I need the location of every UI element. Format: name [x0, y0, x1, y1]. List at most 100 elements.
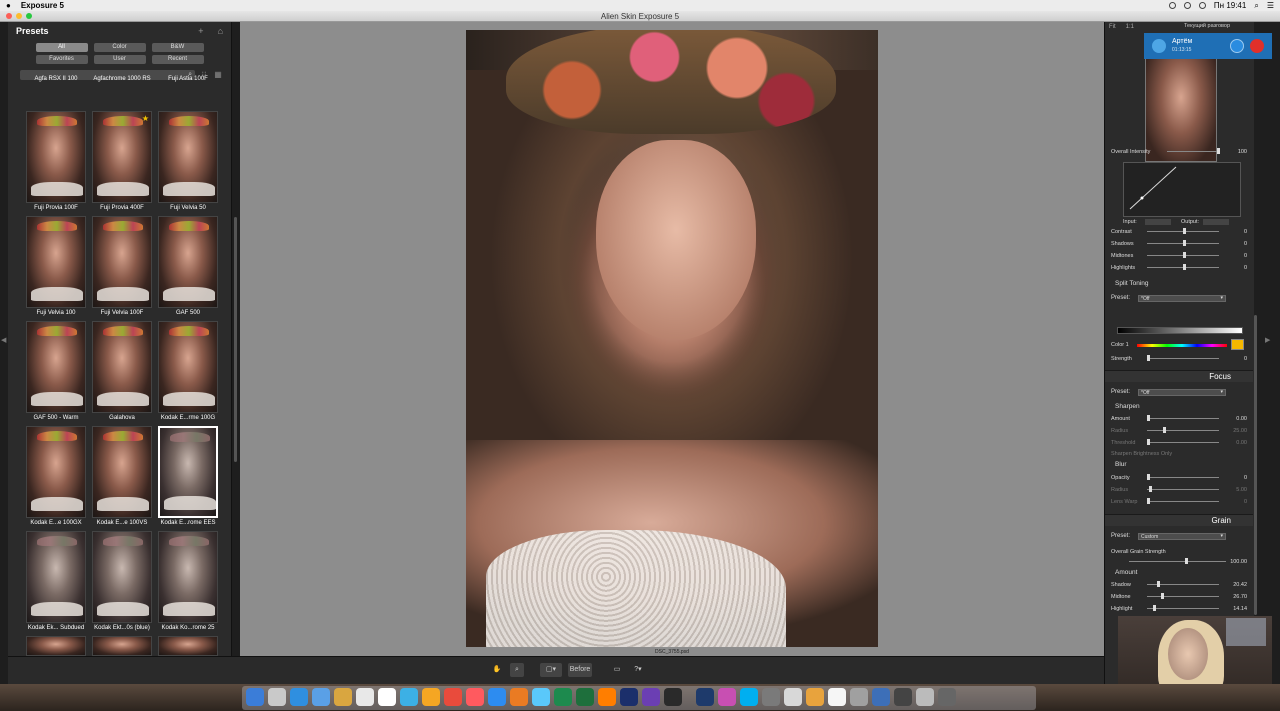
slider-row[interactable]: Shadow 20.42 — [1111, 580, 1247, 589]
dock-app-icon[interactable] — [488, 688, 506, 706]
preset-thumbnail[interactable] — [158, 321, 218, 413]
status-icon[interactable] — [1168, 2, 1176, 9]
preset-tile[interactable]: ★ Fuji Provia 400F — [92, 111, 152, 211]
dock-app-icon[interactable] — [828, 688, 846, 706]
filter-all[interactable]: All — [35, 43, 88, 52]
color1-swatch[interactable] — [1231, 339, 1244, 350]
preset-thumbnail[interactable] — [158, 216, 218, 308]
zoom-button[interactable] — [26, 13, 32, 19]
input-field[interactable] — [1145, 218, 1171, 225]
grain-section-header[interactable]: Grain — [1105, 514, 1253, 526]
slider-knob[interactable] — [1163, 427, 1166, 433]
dock-app-icon[interactable] — [718, 688, 736, 706]
overall-intensity-row[interactable]: Overall Intensity 100 — [1111, 147, 1247, 156]
slider-track[interactable] — [1147, 427, 1219, 433]
overall-grain-slider[interactable] — [1128, 558, 1226, 564]
preset-tile[interactable]: GAF 500 — [158, 216, 218, 316]
dock-app-icon[interactable] — [444, 688, 462, 706]
preset-thumbnail[interactable] — [158, 531, 218, 623]
dock-app-icon[interactable] — [422, 688, 440, 706]
preset-thumbnail[interactable] — [158, 426, 218, 518]
menu-list-icon[interactable]: ☰ — [1267, 1, 1274, 10]
dock-app-icon[interactable] — [894, 688, 912, 706]
preset-thumbnail[interactable] — [26, 426, 86, 518]
dock-app-icon[interactable] — [466, 688, 484, 706]
dock-app-icon[interactable] — [938, 688, 956, 706]
preset-tile[interactable]: Kodak Ko...rome 25 — [158, 531, 218, 631]
collapse-right-arrow-icon[interactable]: ▶ — [1265, 336, 1270, 344]
slider-track[interactable] — [1147, 474, 1219, 480]
slider-track[interactable] — [1147, 581, 1219, 587]
apple-menu-icon[interactable]: ● — [6, 1, 11, 10]
preset-thumbnail[interactable] — [26, 321, 86, 413]
focus-preset-select[interactable]: *Off — [1138, 388, 1227, 396]
search-icon[interactable]: ⌕ — [1254, 1, 1258, 11]
slider-row[interactable]: Radius 5.00 — [1111, 485, 1247, 494]
split-gradient-bar[interactable] — [1117, 327, 1243, 334]
slider-knob[interactable] — [1183, 252, 1186, 258]
slider-knob[interactable] — [1183, 264, 1186, 270]
strength-row[interactable]: Strength 0 — [1111, 354, 1247, 363]
slider-track[interactable] — [1147, 498, 1219, 504]
preset-thumbnail[interactable] — [158, 111, 218, 203]
preset-thumbnail[interactable] — [92, 321, 152, 413]
dock-app-icon[interactable] — [554, 688, 572, 706]
slider-knob[interactable] — [1161, 593, 1164, 599]
dock-app-icon[interactable] — [598, 688, 616, 706]
skype-call-widget[interactable]: Артём 01:13:15 — [1144, 33, 1272, 59]
slider-row[interactable]: Contrast 0 — [1111, 227, 1247, 236]
output-field[interactable] — [1203, 218, 1229, 225]
tone-curve[interactable] — [1123, 162, 1241, 217]
slider-row[interactable]: Threshold 0.00 — [1111, 438, 1247, 447]
preset-tile[interactable]: Kodak Ek... Subdued — [26, 531, 86, 631]
filter-recent[interactable]: Recent — [151, 55, 204, 64]
preset-tile[interactable]: Galahova — [92, 321, 152, 421]
preset-tile[interactable]: Kodak E...rme 100G — [158, 321, 218, 421]
slider-knob[interactable] — [1183, 228, 1186, 234]
dock-app-icon[interactable] — [696, 688, 714, 706]
close-button[interactable] — [6, 13, 12, 19]
focus-section-header[interactable]: Focus — [1105, 370, 1253, 382]
collapse-left-arrow-icon[interactable]: ◀ — [1, 336, 6, 344]
dock-app-icon[interactable] — [400, 688, 418, 706]
preset-tile[interactable]: Kodak E...e 100GX — [26, 426, 86, 526]
dock-app-icon[interactable] — [740, 688, 758, 706]
overall-grain-row[interactable]: 100.00 — [1111, 557, 1247, 566]
dock-app-icon[interactable] — [872, 688, 890, 706]
sharpen-brightness-checkbox[interactable]: Sharpen Brightness Only — [1111, 451, 1191, 457]
preset-thumbnail[interactable] — [92, 216, 152, 308]
help-icon[interactable]: ?▾ — [630, 663, 646, 677]
dock-app-icon[interactable] — [510, 688, 528, 706]
adjustments-scrollbar[interactable] — [1254, 315, 1257, 615]
preset-tile[interactable]: Fuji Velvia 100F — [92, 216, 152, 316]
dock-app-icon[interactable] — [268, 688, 286, 706]
preset-thumbnail[interactable] — [26, 111, 86, 203]
hand-tool-icon[interactable]: ✋ — [490, 663, 504, 677]
slider-knob[interactable] — [1149, 486, 1152, 492]
slider-track[interactable] — [1147, 240, 1219, 246]
split-toning-header[interactable]: Split Toning — [1115, 280, 1149, 287]
mute-button[interactable] — [1230, 39, 1244, 53]
zoom-fit[interactable]: Fit — [1109, 24, 1116, 30]
dock-app-icon[interactable] — [916, 688, 934, 706]
zoom-tool-icon[interactable]: ⌕ — [510, 663, 524, 677]
add-preset-button[interactable]: + — [198, 26, 203, 36]
home-icon[interactable]: ⌂ — [218, 26, 223, 36]
preset-thumbnail[interactable] — [92, 531, 152, 623]
slider-knob[interactable] — [1147, 498, 1150, 504]
slider-row[interactable]: Highlights 0 — [1111, 263, 1247, 272]
slider-knob[interactable] — [1157, 581, 1160, 587]
preset-thumbnail[interactable] — [26, 216, 86, 308]
slider-row[interactable]: Radius 25.00 — [1111, 426, 1247, 435]
preset-tile[interactable]: Kodak Ekt...0s (blue) — [92, 531, 152, 631]
slider-row[interactable]: Highlight 14.14 — [1111, 604, 1247, 613]
dock-app-icon[interactable] — [356, 688, 374, 706]
filter-user[interactable]: User — [93, 55, 146, 64]
slider-track[interactable] — [1147, 593, 1219, 599]
slider-track[interactable] — [1147, 252, 1219, 258]
dock-app-icon[interactable] — [290, 688, 308, 706]
clock[interactable]: Пн 19:41 — [1214, 1, 1246, 10]
slider-knob[interactable] — [1147, 415, 1150, 421]
preset-thumbnail[interactable] — [26, 636, 86, 656]
preset-thumbnail[interactable] — [92, 636, 152, 656]
